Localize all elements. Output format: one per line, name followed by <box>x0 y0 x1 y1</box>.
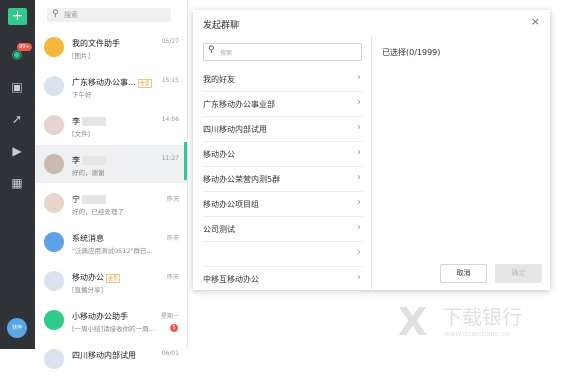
apps-icon[interactable]: ▦ <box>10 176 24 190</box>
video-icon[interactable]: ▶ <box>10 144 24 158</box>
group-row[interactable]: 公司测试 › <box>203 216 363 242</box>
group-row[interactable]: 广东移动办公事业部 › <box>203 91 363 117</box>
new-chat-button[interactable]: + <box>8 8 27 25</box>
redacted-text <box>82 117 106 126</box>
avatar <box>44 154 64 174</box>
chat-time: 11:27 <box>161 155 179 162</box>
avatar <box>44 76 64 96</box>
group-label: 中移互移动办公 <box>203 275 259 284</box>
group-label: 公司测试 <box>203 225 235 234</box>
chevron-right-icon: › <box>357 122 361 133</box>
list-item[interactable]: 我的文件助手 [图片] 05/27 <box>35 28 187 66</box>
chat-name: 小移动办公助手 <box>72 312 128 321</box>
group-row[interactable]: 移动办公 › <box>203 141 363 167</box>
group-row[interactable]: 我的好友 › <box>203 66 363 92</box>
chevron-right-icon: › <box>357 222 361 233</box>
chat-time: 14:56 <box>161 116 179 123</box>
chat-preview: [一周小结]请接收你的一周... <box>72 325 155 333</box>
chat-preview: 下午好 <box>72 91 92 99</box>
group-label: 四川移动内部试用 <box>203 125 267 134</box>
avatar <box>44 115 64 135</box>
tag-badge: 全员 <box>137 79 152 88</box>
list-item[interactable]: 系统消息 "泛典应用测试0512"群已... 昨天 <box>35 223 187 261</box>
group-label: 我的好友 <box>203 75 235 84</box>
chat-time: 15:15 <box>161 77 179 84</box>
group-label: 移动办公 <box>203 150 235 159</box>
search-input[interactable]: ⚲ 搜索 <box>47 8 171 22</box>
list-item[interactable]: 李 [文件] 14:56 <box>35 106 187 144</box>
avatar <box>44 232 64 252</box>
chat-name: 系统消息 <box>72 234 104 243</box>
chat-time: 06/01 <box>161 350 179 357</box>
chevron-right-icon: › <box>357 247 361 258</box>
list-item[interactable]: 四川移动内部试用 06/01 <box>35 340 187 378</box>
redacted-text <box>82 156 106 165</box>
group-row[interactable]: 中移互移动办公 › <box>203 266 363 292</box>
avatar <box>44 310 64 330</box>
chevron-right-icon: › <box>357 172 361 183</box>
group-row[interactable]: 移动办公荣营内测5群 › <box>203 166 363 192</box>
chat-name: 移动办公 <box>72 273 104 282</box>
cancel-button[interactable]: 取消 <box>440 264 487 283</box>
group-label: 移动办公项目组 <box>203 200 259 209</box>
rocket-icon[interactable]: ➚ <box>10 112 24 126</box>
avatar <box>44 37 64 57</box>
avatar <box>44 193 64 213</box>
chat-preview: [图片] <box>72 52 91 60</box>
unread-badge: 1 <box>170 324 178 332</box>
list-item[interactable]: 李好的，谢谢 11:27 <box>35 145 187 183</box>
avatar <box>44 271 64 291</box>
contacts-icon[interactable]: ▣ <box>10 80 24 94</box>
watermark-logo: X 下载银行 www.downbank.cn <box>398 300 522 344</box>
chat-time: 05/27 <box>161 38 179 45</box>
dialog-title: 发起群聊 <box>203 21 240 31</box>
group-row[interactable]: 移动办公项目组 › <box>203 191 363 217</box>
list-item[interactable]: 移动办公 全员 [直播分享] 昨天 <box>35 262 187 300</box>
list-item[interactable]: 广东移动办公事... 全员下午好 15:15 <box>35 67 187 105</box>
nav-rail: + ◉ 99+ ▣ ➚ ▶ ▦ 林萍 <box>0 0 35 349</box>
chat-name: 李 <box>72 117 80 126</box>
list-item[interactable]: 小移动办公助手 [一周小结]请接收你的一周... 星期一 1 <box>35 301 187 339</box>
dialog-search-input[interactable]: ⚲ 搜索 <box>203 43 362 61</box>
search-icon: ⚲ <box>52 9 59 19</box>
search-icon: ⚲ <box>208 45 215 55</box>
chevron-right-icon: › <box>357 272 361 283</box>
divider <box>371 36 372 290</box>
chevron-right-icon: › <box>357 147 361 158</box>
chat-name: 广东移动办公事... <box>72 78 136 87</box>
avatar[interactable]: 林萍 <box>7 318 27 338</box>
chat-preview: [直播分享] <box>72 286 104 294</box>
selected-count: 已选择(0/1999) <box>382 48 441 57</box>
group-row[interactable]: 四川移动内部试用 › <box>203 116 363 142</box>
group-row[interactable]: › <box>203 241 363 267</box>
chevron-right-icon: › <box>357 197 361 208</box>
tag-badge: 全员 <box>106 274 121 283</box>
chat-name: 我的文件助手 <box>72 39 120 48</box>
chat-time: 星期一 <box>160 313 179 320</box>
chat-preview: "泛典应用测试0512"群已... <box>72 247 153 255</box>
selection-indicator <box>184 142 187 180</box>
chevron-right-icon: › <box>357 97 361 108</box>
chat-preview: [文件] <box>72 130 91 138</box>
chat-time: 昨天 <box>166 235 179 242</box>
close-icon[interactable]: × <box>531 15 540 28</box>
group-label: 广东移动办公事业部 <box>203 100 275 109</box>
chat-time: 昨天 <box>166 274 179 281</box>
confirm-button[interactable]: 确定 <box>495 264 542 283</box>
chat-name: 李 <box>72 156 80 165</box>
create-group-dialog: 发起群聊 × ⚲ 搜索 我的好友 › 广东移动办公事业部 › 四川移动内部试用 › 移动办公… <box>193 10 550 292</box>
group-label: 移动办公荣营内测5群 <box>203 175 281 184</box>
avatar <box>44 349 64 369</box>
chat-preview: 好的，谢谢 <box>72 169 105 177</box>
chat-list: ⚲ 搜索 我的文件助手 [图片] 05/27 广东移动办公事... 全员 下午好 15:15… <box>35 0 188 369</box>
chat-time: 昨天 <box>166 196 179 203</box>
chevron-right-icon: › <box>357 72 361 83</box>
list-item[interactable]: 宁好的，已经处理了 昨天 <box>35 184 187 222</box>
chat-preview: 好的，已经处理了 <box>72 208 124 216</box>
chat-name: 宁 <box>72 195 80 204</box>
unread-badge: 99+ <box>17 43 32 51</box>
redacted-text <box>82 195 106 204</box>
chat-name: 四川移动内部试用 <box>72 351 136 360</box>
